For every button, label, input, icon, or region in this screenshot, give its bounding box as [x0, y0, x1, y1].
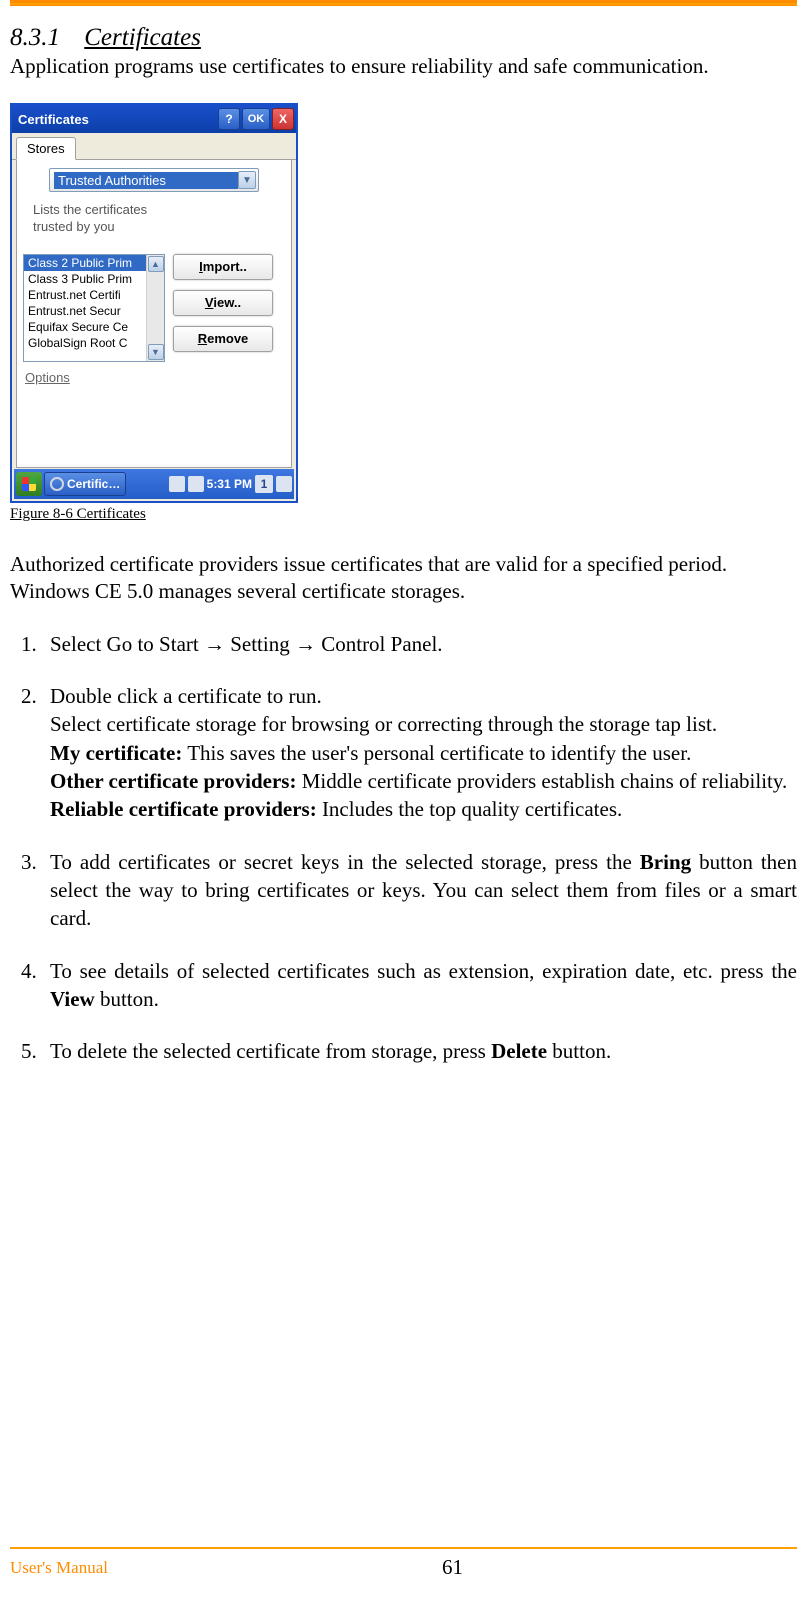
help-button[interactable]: ? — [218, 108, 240, 130]
other-providers-label: Other certificate providers: — [50, 769, 296, 793]
tab-strip: Stores — [12, 133, 296, 160]
step-3-pre: To add certificates or secret keys in th… — [50, 850, 640, 874]
tray-input-indicator[interactable]: 1 — [255, 475, 273, 493]
scrollbar[interactable]: ▲ ▼ — [146, 255, 164, 361]
list-item[interactable]: Class 2 Public Prim — [24, 255, 164, 271]
step-4-bold: View — [50, 987, 95, 1011]
certificates-screenshot: Certificates ? OK X Stores Trusted Autho… — [10, 103, 298, 503]
list-item[interactable]: Equifax Secure Ce — [24, 319, 164, 335]
reliable-providers-text: Includes the top quality certificates. — [317, 797, 623, 821]
tab-stores[interactable]: Stores — [16, 137, 76, 160]
steps-list: Select Go to Start → Setting → Control P… — [10, 630, 797, 1066]
other-providers-text: Middle certificate providers establish c… — [296, 769, 787, 793]
step-2-line2: Select certificate storage for browsing … — [50, 710, 797, 738]
list-item[interactable]: Entrust.net Secur — [24, 303, 164, 319]
list-item[interactable]: GlobalSign Root C — [24, 335, 164, 351]
taskbar: Certific… 5:31 PM 1 — [14, 469, 294, 499]
windows-flag-icon — [22, 477, 36, 491]
step-2: Double click a certificate to run. Selec… — [42, 682, 797, 824]
step-2-line1: Double click a certificate to run. — [50, 682, 797, 710]
store-caption: Lists the certificates trusted by you — [33, 202, 279, 236]
store-caption-line2: trusted by you — [33, 219, 279, 236]
step-5: To delete the selected certificate from … — [42, 1037, 797, 1065]
step-4-post: button. — [95, 987, 159, 1011]
start-button[interactable] — [16, 472, 42, 496]
window-title: Certificates — [18, 112, 216, 127]
section-title-text: Certificates — [84, 24, 201, 51]
system-tray: 5:31 PM 1 — [169, 475, 292, 493]
my-certificate-text: This saves the user's personal certifica… — [182, 741, 691, 765]
scroll-up-icon[interactable]: ▲ — [148, 256, 164, 272]
clock[interactable]: 5:31 PM — [207, 477, 252, 491]
tray-network-icon[interactable] — [169, 476, 185, 492]
step-2-my: My certificate: This saves the user's pe… — [50, 739, 797, 767]
page-top-rule — [10, 0, 797, 6]
section-heading: 8.3.1 Certificates — [10, 24, 797, 52]
view-button[interactable]: View.. — [173, 290, 273, 316]
taskbar-item-certificates[interactable]: Certific… — [44, 472, 126, 496]
paragraph-authorized: Authorized certificate providers issue c… — [10, 551, 797, 606]
figure-caption: Figure 8-6 Certificates — [10, 506, 797, 523]
close-button[interactable]: X — [272, 108, 294, 130]
ok-button[interactable]: OK — [242, 108, 270, 130]
step-2-other: Other certificate providers: Middle cert… — [50, 767, 797, 795]
button-column: Import.. View.. Remove — [173, 254, 273, 362]
section-number: 8.3.1 — [10, 24, 60, 52]
intro-paragraph: Application programs use certificates to… — [10, 54, 797, 79]
options-link[interactable]: Options — [25, 370, 285, 385]
tray-desktop-icon[interactable] — [276, 476, 292, 492]
step-1-text: Select Go to Start → Setting → Control P… — [50, 632, 443, 656]
step-3: To add certificates or secret keys in th… — [42, 848, 797, 933]
taskbar-item-label: Certific… — [67, 477, 120, 491]
certificate-listbox[interactable]: Class 2 Public Prim Class 3 Public Prim … — [23, 254, 165, 362]
remove-button[interactable]: Remove — [173, 326, 273, 352]
step-5-pre: To delete the selected certificate from … — [50, 1039, 491, 1063]
step-3-bold: Bring — [640, 850, 691, 874]
step-5-post: button. — [547, 1039, 611, 1063]
chevron-down-icon: ▼ — [238, 171, 256, 189]
window-titlebar: Certificates ? OK X — [12, 105, 296, 133]
my-certificate-label: My certificate: — [50, 741, 182, 765]
dialog-body: Trusted Authorities ▼ Lists the certific… — [16, 160, 292, 468]
store-caption-line1: Lists the certificates — [33, 202, 279, 219]
footer-manual-label: User's Manual — [10, 1558, 108, 1578]
step-5-bold: Delete — [491, 1039, 547, 1063]
page-footer: User's Manual 61 — [10, 1547, 797, 1580]
step-4-pre: To see details of selected certificates … — [50, 959, 797, 983]
import-button[interactable]: Import.. — [173, 254, 273, 280]
step-4: To see details of selected certificates … — [42, 957, 797, 1014]
gear-icon — [50, 477, 64, 491]
scroll-down-icon[interactable]: ▼ — [148, 344, 164, 360]
footer-rule — [10, 1547, 797, 1549]
store-dropdown[interactable]: Trusted Authorities ▼ — [49, 168, 259, 192]
store-dropdown-selected: Trusted Authorities — [54, 172, 238, 189]
footer-page-number: 61 — [108, 1555, 797, 1580]
reliable-providers-label: Reliable certificate providers: — [50, 797, 317, 821]
step-2-reliable: Reliable certificate providers: Includes… — [50, 795, 797, 823]
list-item[interactable]: Entrust.net Certifi — [24, 287, 164, 303]
step-1: Select Go to Start → Setting → Control P… — [42, 630, 797, 658]
tray-volume-icon[interactable] — [188, 476, 204, 492]
list-item[interactable]: Class 3 Public Prim — [24, 271, 164, 287]
